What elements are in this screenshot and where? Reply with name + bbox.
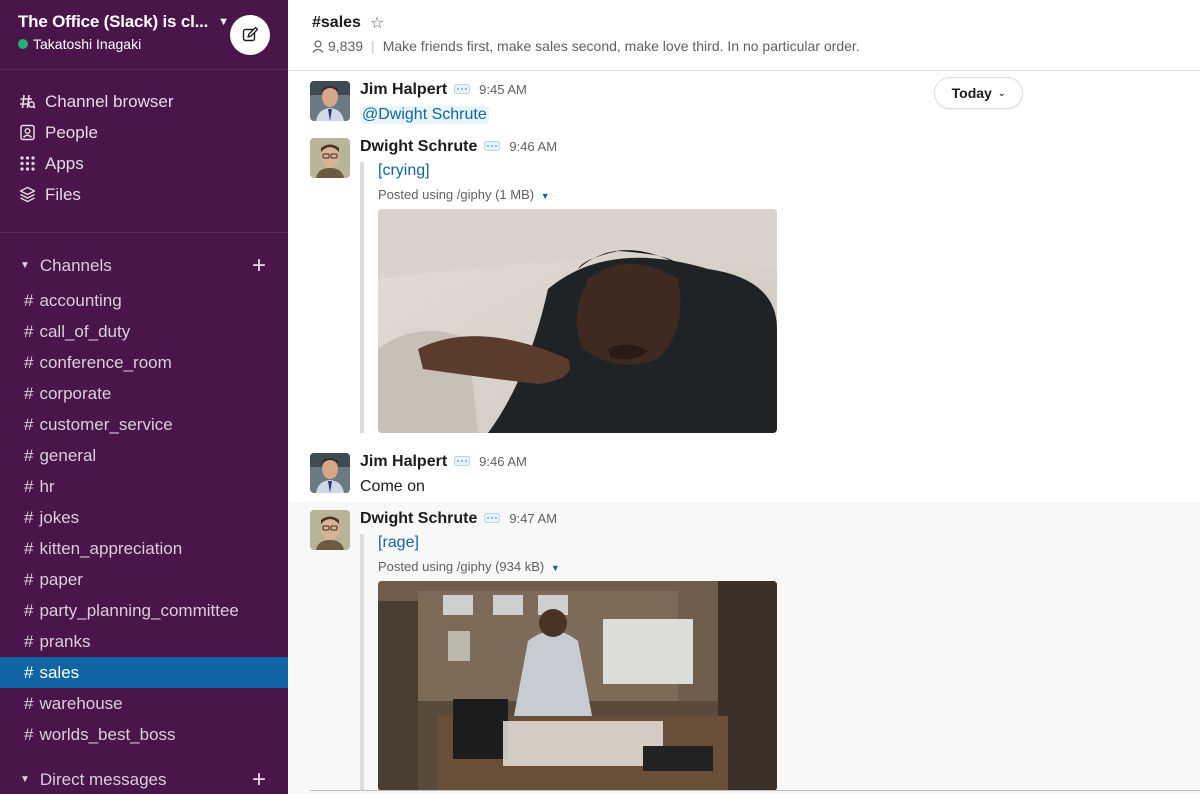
hash-icon: # <box>24 383 34 403</box>
workspace-header[interactable]: The Office (Slack) is cl... ▼ Takatoshi … <box>0 0 288 70</box>
hash-icon: # <box>24 445 34 465</box>
caret-down-icon[interactable]: ▼ <box>551 563 560 573</box>
sidebar-item-channel[interactable]: # jokes <box>0 502 288 533</box>
message-author[interactable]: Dwight Schrute <box>360 138 477 156</box>
message-text: Come on <box>360 478 425 495</box>
hash-icon: # <box>24 538 34 558</box>
add-channel-button[interactable]: + <box>252 253 266 278</box>
people-icon <box>18 124 36 142</box>
hash-icon: # <box>24 693 34 713</box>
giphy-posted-note: Posted using /giphy <box>378 187 492 202</box>
bot-icon <box>484 138 501 151</box>
sidebar-item-channel[interactable]: # worlds_best_boss <box>0 719 288 750</box>
message-timestamp[interactable]: 9:45 AM <box>479 82 527 97</box>
sidebar-item-channel[interactable]: # customer_service <box>0 409 288 440</box>
bot-icon <box>484 510 501 523</box>
nav-list: Channel browser People Apps Files <box>0 70 288 233</box>
message-timestamp[interactable]: 9:46 AM <box>479 454 527 469</box>
file-size: (934 kB) <box>495 559 545 574</box>
hash-icon: # <box>24 290 34 310</box>
sidebar-item-channel[interactable]: # kitten_appreciation <box>0 533 288 564</box>
chevron-down-icon: ▼ <box>218 16 229 28</box>
gif-image[interactable] <box>378 581 777 791</box>
message-author[interactable]: Jim Halpert <box>360 81 447 99</box>
user-mention[interactable]: @Dwight Schrute <box>360 106 489 124</box>
sidebar-item-channel-active[interactable]: # sales <box>0 657 288 688</box>
message-author[interactable]: Dwight Schrute <box>360 510 477 528</box>
hash-icon: # <box>24 507 34 527</box>
channel-title[interactable]: #sales <box>312 14 361 32</box>
giphy-attachment: [crying] Posted using /giphy (1 MB) ▼ <box>360 162 1200 433</box>
caret-down-icon[interactable]: ▼ <box>541 191 550 201</box>
member-icon[interactable] <box>312 39 324 53</box>
sidebar-item-channel[interactable]: # hr <box>0 471 288 502</box>
giphy-posted-note: Posted using /giphy <box>378 559 492 574</box>
hash-icon: # <box>24 414 34 434</box>
sidebar-item-channel[interactable]: # accounting <box>0 285 288 316</box>
hash-icon: # <box>24 476 34 496</box>
workspace-name: The Office (Slack) is cl... <box>18 12 209 31</box>
sidebar-item-channel[interactable]: # paper <box>0 564 288 595</box>
dm-section-header[interactable]: ▼ Direct messages + <box>0 764 288 794</box>
channel-header: #sales ☆ 9,839 | Make friends first, mak… <box>288 0 1200 71</box>
gif-image[interactable] <box>378 209 777 433</box>
giphy-title-link[interactable]: [rage] <box>378 534 1200 552</box>
message-pane: #sales ☆ 9,839 | Make friends first, mak… <box>288 0 1200 794</box>
composer-edge <box>310 790 1200 794</box>
file-size: (1 MB) <box>495 187 535 202</box>
sidebar: The Office (Slack) is cl... ▼ Takatoshi … <box>0 0 288 794</box>
message-author[interactable]: Jim Halpert <box>360 453 447 471</box>
message-item: Dwight Schrute 9:47 AM [rage] Posted usi… <box>288 502 1200 794</box>
message-item: Jim Halpert 9:46 AM Come on <box>288 453 1200 496</box>
sidebar-item-channel[interactable]: # party_planning_committee <box>0 595 288 626</box>
hash-icon: # <box>24 352 34 372</box>
giphy-attachment: [rage] Posted using /giphy (934 kB) ▼ <box>360 534 1200 791</box>
nav-item-apps[interactable]: Apps <box>0 148 288 179</box>
star-icon[interactable]: ☆ <box>370 13 384 33</box>
compose-icon <box>242 26 259 42</box>
divider: | <box>371 38 375 54</box>
channels-section-header[interactable]: ▼ Channels + <box>0 250 288 281</box>
avatar[interactable] <box>310 453 350 493</box>
compose-button[interactable] <box>230 15 270 55</box>
channel-topic: Make friends first, make sales second, m… <box>382 38 860 54</box>
channel-browser-icon <box>18 93 36 111</box>
caret-down-icon[interactable]: ▼ <box>20 774 30 785</box>
hash-icon: # <box>24 321 34 341</box>
caret-down-icon[interactable]: ▼ <box>20 260 30 271</box>
sidebar-item-channel[interactable]: # call_of_duty <box>0 316 288 347</box>
hash-icon: # <box>24 724 34 744</box>
add-dm-button[interactable]: + <box>252 767 266 792</box>
sidebar-item-channel[interactable]: # corporate <box>0 378 288 409</box>
hash-icon: # <box>24 600 34 620</box>
giphy-title-link[interactable]: [crying] <box>378 162 1200 180</box>
sidebar-item-channel[interactable]: # general <box>0 440 288 471</box>
sidebar-item-channel[interactable]: # warehouse <box>0 688 288 719</box>
bot-icon <box>454 453 471 466</box>
channel-list: # accounting # call_of_duty # conference_ro… <box>0 281 288 750</box>
hash-icon: # <box>24 662 34 682</box>
sidebar-item-channel[interactable]: # pranks <box>0 626 288 657</box>
user-name: Takatoshi Inagaki <box>33 36 142 52</box>
message-timestamp[interactable]: 9:47 AM <box>509 511 557 526</box>
avatar[interactable] <box>310 81 350 121</box>
apps-icon <box>18 155 36 173</box>
bot-icon <box>454 81 471 94</box>
member-count[interactable]: 9,839 <box>328 38 363 54</box>
avatar[interactable] <box>310 138 350 178</box>
message-item: Jim Halpert 9:45 AM @Dwight Schrute <box>288 81 1200 124</box>
message-timestamp[interactable]: 9:46 AM <box>509 139 557 154</box>
hash-icon: # <box>24 631 34 651</box>
nav-item-files[interactable]: Files <box>0 179 288 210</box>
files-icon <box>18 186 36 204</box>
nav-item-people[interactable]: People <box>0 117 288 148</box>
avatar[interactable] <box>310 510 350 550</box>
hash-icon: # <box>24 569 34 589</box>
message-item: Dwight Schrute 9:46 AM [crying] Posted u… <box>288 138 1200 433</box>
nav-item-channel-browser[interactable]: Channel browser <box>0 86 288 117</box>
sidebar-item-channel[interactable]: # conference_room <box>0 347 288 378</box>
presence-icon <box>18 39 28 49</box>
